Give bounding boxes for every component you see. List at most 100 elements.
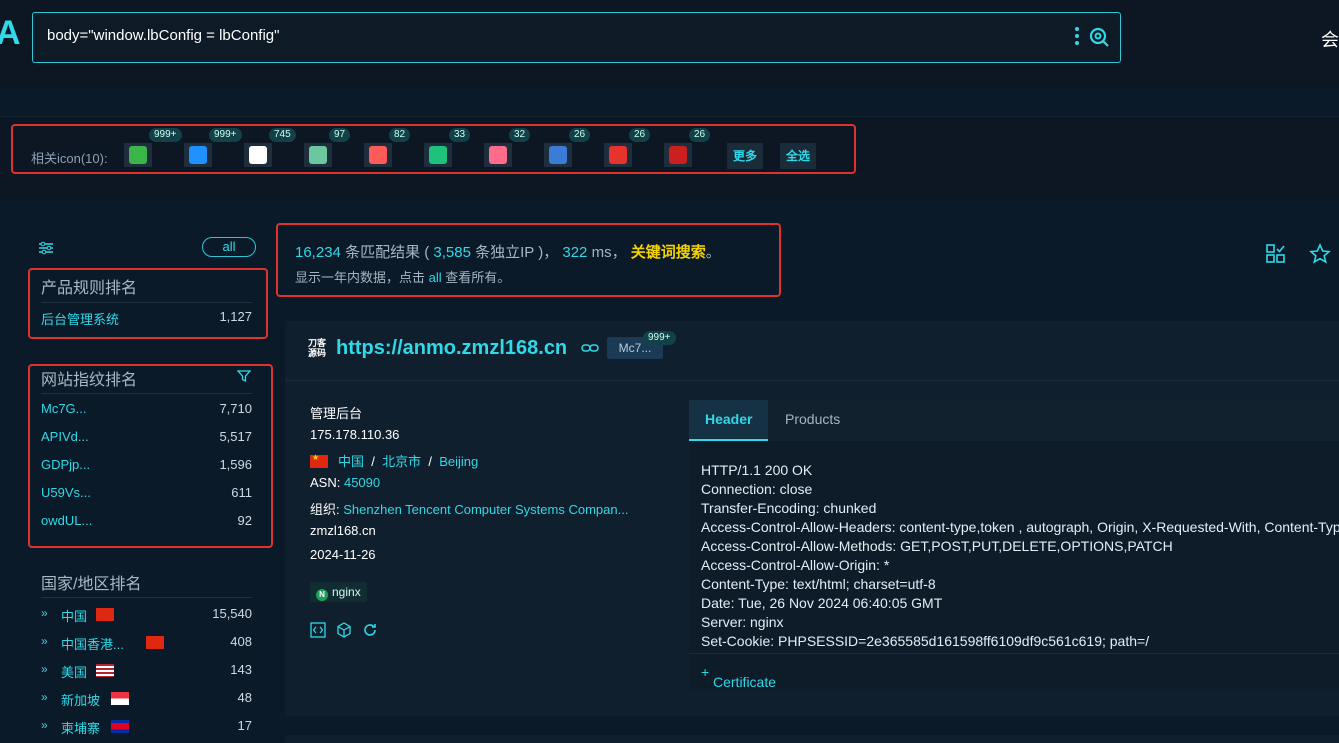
- icon-2: [189, 146, 207, 164]
- link-icon[interactable]: [581, 342, 599, 354]
- icon-count-badge: 26: [689, 128, 711, 142]
- double-chevron-right-icon[interactable]: »: [41, 718, 48, 732]
- fingerprint-row[interactable]: Mc7G... 7,710: [41, 398, 252, 420]
- org: 组织: Shenzhen Tencent Computer Systems Co…: [310, 499, 660, 518]
- country-rank-title: 国家/地区排名: [41, 576, 142, 593]
- product-row[interactable]: 后台管理系统 1,127: [41, 306, 252, 328]
- certificate-text: Certificate: [713, 674, 777, 690]
- icon-count-badge: 26: [629, 128, 651, 142]
- country-count: 48: [237, 690, 252, 705]
- batch-select-icon[interactable]: [1265, 243, 1287, 265]
- fingerprint-row[interactable]: U59Vs... 611: [41, 482, 252, 504]
- period: 。: [705, 244, 721, 261]
- related-icon-10[interactable]: [664, 143, 692, 167]
- fingerprint-name[interactable]: owdUL...: [41, 513, 92, 528]
- country-row[interactable]: » 中国 15,540: [41, 603, 252, 625]
- fingerprint-count: 611: [231, 485, 252, 500]
- result-url[interactable]: https://anmo.zmzl168.cn: [336, 337, 567, 360]
- certificate-toggle[interactable]: + Certificate: [689, 653, 1339, 690]
- product-name[interactable]: 后台管理系统: [41, 309, 119, 328]
- country-name[interactable]: 美国: [61, 662, 87, 681]
- country-row[interactable]: » 新加坡 48: [41, 687, 252, 709]
- all-link[interactable]: all: [429, 270, 442, 285]
- related-icon-3[interactable]: [244, 143, 272, 167]
- related-icon-5[interactable]: [364, 143, 392, 167]
- icon-3: [249, 146, 267, 164]
- ip-label: 条独立IP )，: [475, 244, 559, 261]
- site-favicon: 刀客 源码: [307, 338, 326, 358]
- org-link[interactable]: Shenzhen Tencent Computer Systems Compan…: [343, 502, 628, 517]
- server-tag-label: nginx: [332, 585, 361, 599]
- select-all-button[interactable]: 全选: [780, 143, 817, 169]
- more-options-icon[interactable]: [1074, 27, 1080, 47]
- country-name[interactable]: 中国香港...: [61, 634, 124, 653]
- fingerprint-count: 7,710: [219, 401, 252, 416]
- double-chevron-right-icon[interactable]: »: [41, 634, 48, 648]
- country-count: 408: [230, 634, 252, 649]
- domain-link[interactable]: zmzl168.cn: [310, 523, 376, 538]
- refresh-icon[interactable]: [362, 622, 378, 638]
- related-icon-1[interactable]: [124, 143, 152, 167]
- icon-count-badge: 745: [269, 128, 296, 142]
- tab-header[interactable]: Header: [689, 400, 769, 441]
- fingerprint-row[interactable]: owdUL... 92: [41, 510, 252, 532]
- more-button[interactable]: 更多: [727, 143, 764, 169]
- double-chevron-right-icon[interactable]: »: [41, 606, 48, 620]
- header-line: Set-Cookie: PHPSESSID=2e365585d161598ff6…: [701, 633, 1150, 649]
- city-link[interactable]: Beijing: [439, 454, 478, 469]
- icon-count-badge: 999+: [149, 128, 182, 142]
- icon-count-badge: 97: [329, 128, 351, 142]
- user-menu[interactable]: 会: [1321, 26, 1339, 52]
- fingerprint-row[interactable]: APIVd... 5,517: [41, 426, 252, 448]
- header-line: Access-Control-Allow-Origin: *: [701, 557, 890, 573]
- double-chevron-right-icon[interactable]: »: [41, 690, 48, 704]
- fingerprint-name[interactable]: GDPjp...: [41, 457, 90, 472]
- related-icon-2[interactable]: [184, 143, 212, 167]
- related-icon-8[interactable]: [544, 143, 572, 167]
- country-link[interactable]: 中国: [338, 454, 364, 469]
- asn-link[interactable]: 45090: [344, 475, 380, 490]
- fingerprint-tag-count: 999+: [643, 331, 676, 345]
- header-line: Content-Type: text/html; charset=utf-8: [701, 576, 936, 592]
- country-name[interactable]: 新加坡: [61, 690, 100, 709]
- all-toggle[interactable]: all: [202, 237, 256, 257]
- certificate-label[interactable]: + Certificate: [701, 664, 776, 690]
- fingerprint-name[interactable]: APIVd...: [41, 429, 89, 444]
- ip-address[interactable]: 175.178.110.36: [310, 427, 399, 442]
- related-icon-9[interactable]: [604, 143, 632, 167]
- keyword-search-link[interactable]: 关键词搜索: [631, 244, 706, 261]
- icon-6: [429, 146, 447, 164]
- region-link[interactable]: 北京市: [382, 454, 421, 469]
- tab-products[interactable]: Products: [769, 400, 856, 441]
- fingerprint-row[interactable]: GDPjp... 1,596: [41, 454, 252, 476]
- country-row[interactable]: » 柬埔寨 17: [41, 715, 252, 737]
- result-card: 刀客 源码 https://anmo.zmzl168.cn Mc7... 999…: [285, 321, 1339, 716]
- country-row[interactable]: » 美国 143: [41, 659, 252, 681]
- header-line: Date: Tue, 26 Nov 2024 06:40:05 GMT: [701, 595, 943, 611]
- fingerprint-name[interactable]: U59Vs...: [41, 485, 91, 500]
- icon-count-badge: 26: [569, 128, 591, 142]
- country-name[interactable]: 中国: [61, 606, 87, 625]
- filter-icon[interactable]: [237, 369, 251, 383]
- related-icon-6[interactable]: [424, 143, 452, 167]
- country-row[interactable]: » 中国香港... 408: [41, 631, 252, 653]
- logo[interactable]: A: [0, 14, 21, 53]
- related-icon-7[interactable]: [484, 143, 512, 167]
- fingerprint-count: 5,517: [219, 429, 252, 444]
- cube-icon[interactable]: [336, 622, 352, 638]
- related-icon-4[interactable]: [304, 143, 332, 167]
- country-name[interactable]: 柬埔寨: [61, 718, 100, 737]
- fingerprint-name[interactable]: Mc7G...: [41, 401, 87, 416]
- product-count: 1,127: [219, 309, 252, 324]
- double-chevron-right-icon[interactable]: »: [41, 662, 48, 676]
- search-icon[interactable]: [1088, 26, 1110, 48]
- divider: [41, 393, 252, 394]
- product-rank-title: 产品规则排名: [41, 280, 138, 297]
- server-tag[interactable]: Nnginx: [310, 582, 367, 602]
- country-count: 143: [230, 662, 252, 677]
- search-input[interactable]: [47, 27, 1047, 44]
- code-icon[interactable]: [310, 622, 326, 638]
- search-box[interactable]: [32, 12, 1121, 63]
- filter-settings-icon[interactable]: [38, 240, 54, 256]
- star-icon[interactable]: [1309, 243, 1331, 265]
